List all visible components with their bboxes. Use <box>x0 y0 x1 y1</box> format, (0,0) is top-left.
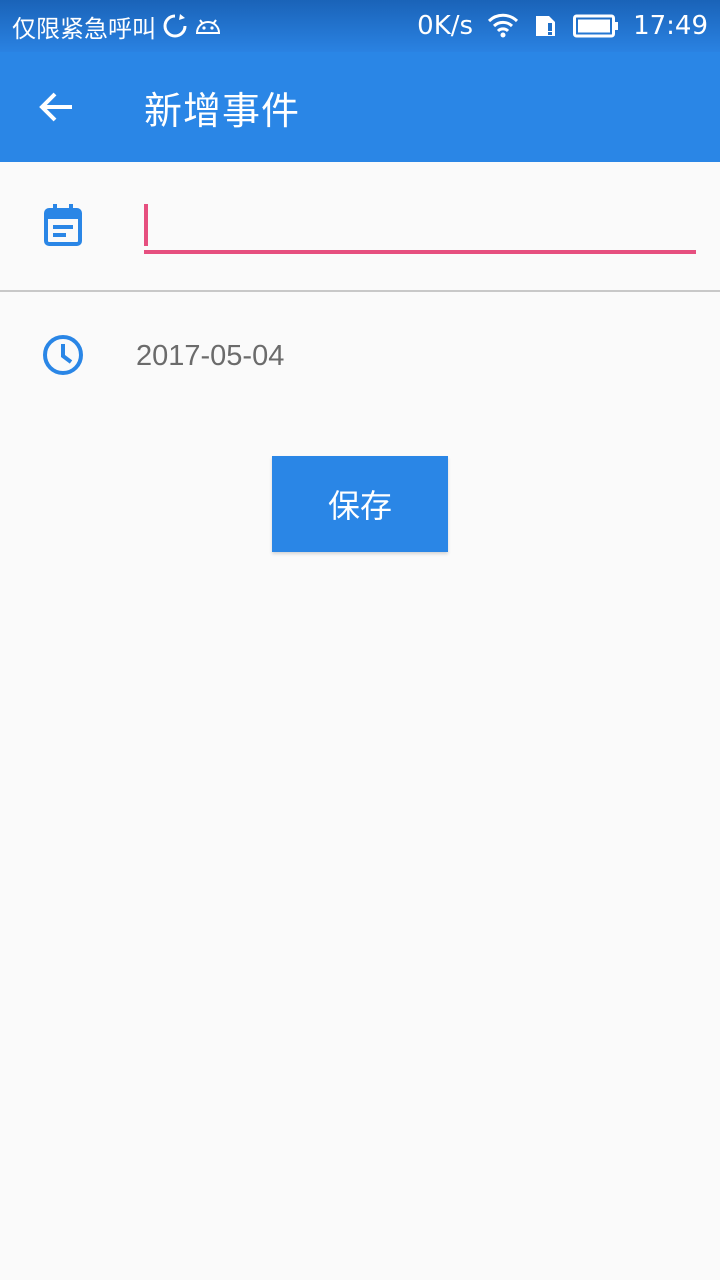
save-button[interactable]: 保存 <box>272 456 448 552</box>
sync-icon <box>162 13 188 39</box>
carrier-text: 仅限紧急呼叫 <box>12 14 156 43</box>
clock-time-text: 17:49 <box>633 11 708 41</box>
calendar-icon <box>44 204 82 246</box>
back-arrow-icon <box>38 90 74 124</box>
android-debug-icon <box>194 16 222 36</box>
back-button[interactable] <box>0 52 112 162</box>
event-date-text[interactable]: 2017-05-04 <box>136 340 284 373</box>
event-title-input[interactable] <box>144 206 696 254</box>
status-bar: 仅限紧急呼叫 0K/s 17:49 <box>0 0 720 52</box>
event-title-row <box>0 162 720 292</box>
page-title: 新增事件 <box>144 88 301 133</box>
text-cursor <box>144 204 148 246</box>
net-speed-text: 0K/s <box>417 11 474 41</box>
battery-icon <box>573 14 619 38</box>
app-bar: 新增事件 <box>0 52 720 162</box>
clock-icon <box>42 334 84 376</box>
sim-icon <box>533 13 559 39</box>
event-date-row[interactable]: 2017-05-04 <box>0 292 720 422</box>
wifi-icon <box>487 13 519 39</box>
